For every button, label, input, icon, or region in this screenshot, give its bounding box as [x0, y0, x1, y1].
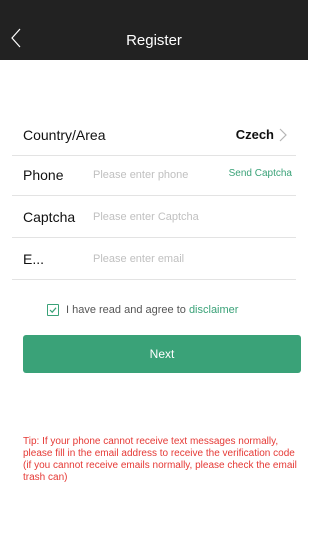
email-label: E...	[23, 251, 45, 267]
country-row[interactable]: Country/Area Czech	[12, 115, 296, 156]
captcha-label: Captcha	[23, 209, 76, 225]
country-value[interactable]: Czech	[236, 127, 274, 142]
chevron-right-icon	[279, 128, 287, 142]
country-label: Country/Area	[23, 127, 106, 143]
phone-input[interactable]	[93, 165, 223, 185]
disclaimer-link[interactable]: disclaimer	[189, 304, 239, 316]
agreement-checkbox[interactable]	[47, 304, 59, 316]
captcha-input[interactable]	[93, 207, 223, 227]
tip-text: Tip: If your phone cannot receive text m…	[23, 436, 297, 483]
checkmark-icon	[49, 307, 57, 314]
page-title: Register	[126, 32, 182, 49]
agreement-text-wrap: I have read and agree to disclaimer	[66, 304, 238, 316]
register-page: Register Country/Area Czech Phone Send C…	[0, 0, 308, 535]
next-button[interactable]: Next	[23, 335, 301, 373]
header-bar: Register	[0, 0, 308, 60]
phone-row: Phone Send Captcha	[12, 155, 296, 196]
phone-label: Phone	[23, 167, 64, 183]
captcha-row: Captcha	[12, 197, 296, 238]
email-row: E...	[12, 239, 296, 280]
agreement-text: I have read and agree to	[66, 304, 186, 316]
email-input[interactable]	[93, 249, 223, 269]
send-captcha-button[interactable]: Send Captcha	[229, 168, 292, 179]
